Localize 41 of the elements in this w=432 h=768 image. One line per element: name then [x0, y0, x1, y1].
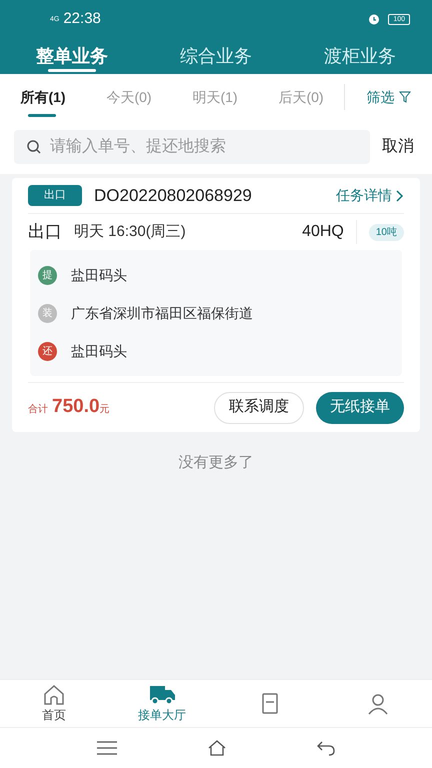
filter-tab[interactable]: 所有(1): [0, 74, 86, 120]
order-number: DO20220802068929: [94, 184, 253, 207]
home-icon: [42, 684, 66, 706]
stop-badge: 还: [38, 342, 57, 360]
nav-tab[interactable]: 接单大厅: [108, 680, 216, 727]
truck-icon: [148, 684, 176, 706]
accept-order-button[interactable]: 无纸接单: [316, 392, 404, 424]
status-time: 22:38: [63, 8, 101, 29]
weight-tag: 10吨: [368, 224, 404, 240]
stop-address: 盐田码头: [71, 342, 127, 360]
end-of-list-text: 没有更多了: [178, 453, 254, 473]
home-icon[interactable]: [207, 740, 227, 756]
top-tab[interactable]: 渡柜业务: [288, 38, 432, 74]
search-icon: [26, 139, 42, 155]
funnel-icon: [398, 91, 410, 103]
container-type: 40HQ: [302, 220, 357, 244]
back-icon[interactable]: [317, 740, 335, 756]
details-link[interactable]: 任务详情: [336, 185, 404, 206]
cancel-button[interactable]: 取消: [378, 135, 418, 159]
type-badge: 出口: [28, 185, 82, 206]
chevron-right-icon: [396, 190, 404, 202]
filter-tab[interactable]: 明天(1): [172, 74, 258, 120]
person-icon: [367, 692, 389, 714]
total-amount: 750.0: [52, 395, 100, 420]
filter-tab[interactable]: 后天(0): [258, 74, 344, 120]
filter-tab[interactable]: 今天(0): [86, 74, 172, 120]
top-tab[interactable]: 综合业务: [144, 38, 288, 74]
stop-address: 广东省深圳市福田区福保街道: [71, 304, 253, 322]
nav-tab[interactable]: 首页: [0, 680, 108, 727]
stop-badge: 装: [38, 304, 57, 322]
currency-unit: 元: [100, 403, 110, 418]
filter-button[interactable]: 筛选: [345, 86, 432, 108]
direction-label: 出口: [28, 221, 62, 244]
stop-address: 盐田码头: [71, 266, 127, 284]
stop-badge: 提: [38, 266, 57, 284]
menu-icon[interactable]: [97, 741, 117, 755]
total-label: 合计: [28, 402, 48, 418]
top-tab[interactable]: 整单业务: [0, 38, 144, 74]
contact-dispatch-button[interactable]: 联系调度: [214, 392, 304, 424]
alarm-icon: [368, 13, 380, 25]
pickup-time: 明天 16:30(周三): [74, 222, 187, 242]
